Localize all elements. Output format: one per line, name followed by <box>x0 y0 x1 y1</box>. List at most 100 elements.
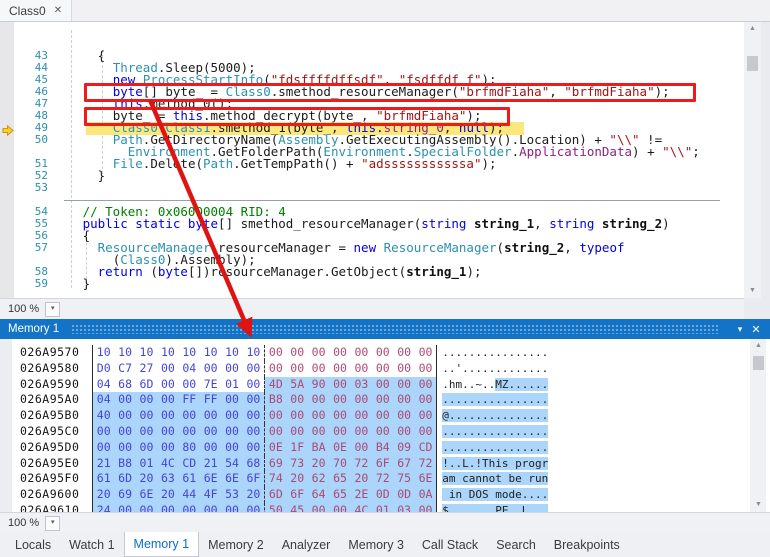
memory-byte[interactable]: 00 <box>157 361 178 377</box>
memory-byte[interactable]: 00 <box>93 424 114 440</box>
memory-byte[interactable]: 62 <box>308 471 329 487</box>
memory-byte[interactable]: 24 <box>93 503 114 512</box>
memory-byte[interactable]: 00 <box>308 392 329 408</box>
memory-byte[interactable]: 69 <box>114 487 135 503</box>
memory-byte[interactable]: 40 <box>93 408 114 424</box>
memory-byte[interactable]: 00 <box>329 424 350 440</box>
memory-row[interactable]: 026A96102400000000000000504500004C010300… <box>20 503 548 512</box>
memory-byte[interactable]: 00 <box>136 440 157 456</box>
memory-byte[interactable]: 6F <box>243 471 264 487</box>
memory-byte[interactable]: 00 <box>308 361 329 377</box>
tool-tab-search[interactable]: Search <box>487 532 545 557</box>
memory-byte[interactable]: 00 <box>157 424 178 440</box>
memory-byte[interactable]: 6D <box>264 487 286 503</box>
memory-byte[interactable]: 00 <box>264 424 286 440</box>
tool-tab-analyzer[interactable]: Analyzer <box>273 532 340 557</box>
tab-class0[interactable]: Class0 ✕ <box>0 0 72 21</box>
memory-byte[interactable]: 00 <box>243 424 264 440</box>
memory-byte[interactable]: 00 <box>114 503 135 512</box>
memory-byte[interactable]: 00 <box>351 392 372 408</box>
memory-byte[interactable]: 63 <box>157 471 178 487</box>
memory-byte[interactable]: 00 <box>415 503 436 512</box>
memory-byte[interactable]: 00 <box>114 424 135 440</box>
tool-tab-memory-3[interactable]: Memory 3 <box>339 532 413 557</box>
memory-byte[interactable]: 00 <box>114 440 135 456</box>
memory-byte[interactable]: 7E <box>200 377 221 393</box>
memory-byte[interactable]: 10 <box>179 345 200 361</box>
code-editor[interactable]: 43 {44 Thread.Sleep(5000);45 new Process… <box>0 22 744 298</box>
memory-byte[interactable]: 00 <box>308 345 329 361</box>
memory-byte[interactable]: 20 <box>287 471 308 487</box>
memory-byte[interactable]: 20 <box>136 471 157 487</box>
tool-tab-call-stack[interactable]: Call Stack <box>413 532 487 557</box>
memory-byte[interactable]: 00 <box>243 361 264 377</box>
memory-zoom-dropdown[interactable]: ▾ <box>45 516 60 531</box>
memory-byte[interactable]: 20 <box>351 471 372 487</box>
memory-byte[interactable]: 04 <box>179 361 200 377</box>
memory-byte[interactable]: D0 <box>93 361 114 377</box>
memory-row[interactable]: 026A95A004000000FFFF0000B800000000000000… <box>20 392 548 408</box>
memory-byte[interactable]: 20 <box>157 487 178 503</box>
memory-byte[interactable]: 00 <box>308 503 329 512</box>
memory-byte[interactable]: 00 <box>200 424 221 440</box>
scroll-down-icon[interactable]: ▼ <box>744 284 761 298</box>
memory-row[interactable]: 026A95F0616D2063616E6E6F742062652072756E… <box>20 471 548 487</box>
memory-byte[interactable]: 6E <box>415 471 436 487</box>
memory-byte[interactable]: 00 <box>287 361 308 377</box>
memory-byte[interactable]: 44 <box>179 487 200 503</box>
editor-zoom-dropdown[interactable]: ▾ <box>45 302 60 317</box>
memory-byte[interactable]: 00 <box>157 408 178 424</box>
memory-byte[interactable]: 53 <box>221 487 242 503</box>
memory-byte[interactable]: 00 <box>415 392 436 408</box>
memory-byte[interactable]: 6E <box>221 471 242 487</box>
memory-byte[interactable]: 4F <box>200 487 221 503</box>
memory-byte[interactable]: 0E <box>264 440 286 456</box>
memory-byte[interactable]: 01 <box>136 456 157 472</box>
memory-byte[interactable]: 0E <box>329 440 350 456</box>
memory-byte[interactable]: 00 <box>393 424 414 440</box>
memory-byte[interactable]: CD <box>179 456 200 472</box>
memory-byte[interactable]: 10 <box>136 345 157 361</box>
memory-byte[interactable]: 10 <box>200 345 221 361</box>
memory-vertical-scrollbar[interactable]: ▲ ▼ <box>750 339 766 512</box>
memory-byte[interactable]: 6F <box>287 487 308 503</box>
memory-byte[interactable]: 72 <box>415 456 436 472</box>
memory-byte[interactable]: 6E <box>200 471 221 487</box>
memory-byte[interactable]: 65 <box>329 471 350 487</box>
tool-tab-watch-1[interactable]: Watch 1 <box>60 532 123 557</box>
memory-byte[interactable]: 00 <box>372 377 393 393</box>
memory-byte[interactable]: 00 <box>329 377 350 393</box>
memory-byte[interactable]: 00 <box>179 424 200 440</box>
memory-byte[interactable]: 00 <box>264 345 286 361</box>
memory-byte[interactable]: 00 <box>415 424 436 440</box>
memory-byte[interactable]: 2E <box>351 487 372 503</box>
memory-byte[interactable]: 00 <box>287 392 308 408</box>
memory-byte[interactable]: 20 <box>93 487 114 503</box>
memory-byte[interactable]: 00 <box>264 408 286 424</box>
tool-tab-memory-2[interactable]: Memory 2 <box>199 532 273 557</box>
memory-byte[interactable]: 00 <box>221 361 242 377</box>
memory-byte[interactable]: 00 <box>157 392 178 408</box>
scroll-up-icon[interactable]: ▲ <box>744 22 761 36</box>
memory-byte[interactable]: 00 <box>93 440 114 456</box>
memory-byte[interactable]: 00 <box>221 503 242 512</box>
memory-byte[interactable]: 00 <box>415 408 436 424</box>
memory-byte[interactable]: 00 <box>243 440 264 456</box>
memory-byte[interactable]: 00 <box>329 503 350 512</box>
memory-byte[interactable]: 10 <box>221 345 242 361</box>
memory-byte[interactable]: 00 <box>287 424 308 440</box>
memory-byte[interactable]: 00 <box>243 408 264 424</box>
memory-byte[interactable]: BA <box>308 440 329 456</box>
memory-close-icon[interactable]: ✕ <box>748 323 764 336</box>
memory-byte[interactable]: 0D <box>393 487 414 503</box>
memory-row[interactable]: 026A9580D0C72700040000000000000000000000… <box>20 361 548 377</box>
memory-byte[interactable]: 10 <box>243 345 264 361</box>
memory-byte[interactable]: 00 <box>415 345 436 361</box>
memory-byte[interactable]: 72 <box>372 471 393 487</box>
memory-byte[interactable]: 1F <box>287 440 308 456</box>
memory-byte[interactable]: 5A <box>287 377 308 393</box>
memory-byte[interactable]: 00 <box>393 345 414 361</box>
memory-window-titlebar[interactable]: Memory 1 ▾ ✕ <box>0 319 770 339</box>
memory-byte[interactable]: 00 <box>136 424 157 440</box>
memory-byte[interactable]: 00 <box>308 408 329 424</box>
